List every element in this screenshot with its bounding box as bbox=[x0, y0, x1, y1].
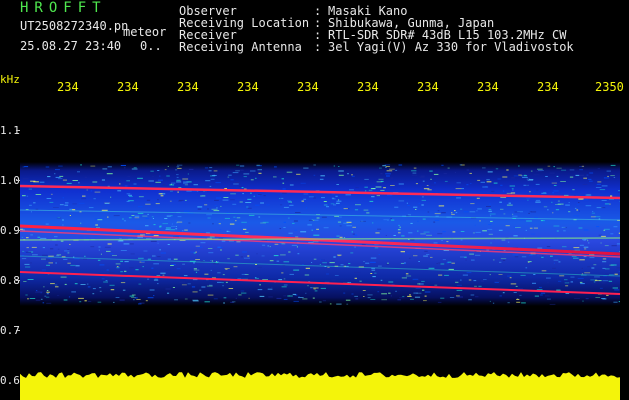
antenna-value: 3el Yagi(V) Az 330 for Vladivostok bbox=[328, 40, 574, 54]
count-label: 0.. bbox=[140, 39, 162, 53]
spectrogram-plot bbox=[20, 100, 620, 400]
x-tick-label: 234 bbox=[357, 80, 379, 94]
filename: UT2508272340.pn bbox=[20, 19, 129, 33]
x-tick-label: 234 bbox=[177, 80, 199, 94]
mode-label: meteor bbox=[123, 25, 167, 39]
x-tick-label: 2350 bbox=[595, 80, 624, 94]
antenna-sep: : bbox=[314, 40, 322, 54]
x-tick-label: 234 bbox=[477, 80, 499, 94]
x-tick-label: 234 bbox=[237, 80, 259, 94]
x-tick-label: 234 bbox=[537, 80, 559, 94]
antenna-label: Receiving Antenna bbox=[179, 40, 302, 54]
x-tick-label: 234 bbox=[297, 80, 319, 94]
y-axis-unit: kHz bbox=[0, 73, 20, 86]
brand-title: HROFFT bbox=[20, 0, 107, 16]
y-tick-label: 0.6 bbox=[0, 374, 20, 387]
x-tick-label: 234 bbox=[117, 80, 139, 94]
x-tick-label: 234 bbox=[417, 80, 439, 94]
x-tick-label: 234 bbox=[57, 80, 79, 94]
signal-band bbox=[20, 162, 620, 306]
datetime: 25.08.27 23:40 bbox=[20, 39, 122, 53]
